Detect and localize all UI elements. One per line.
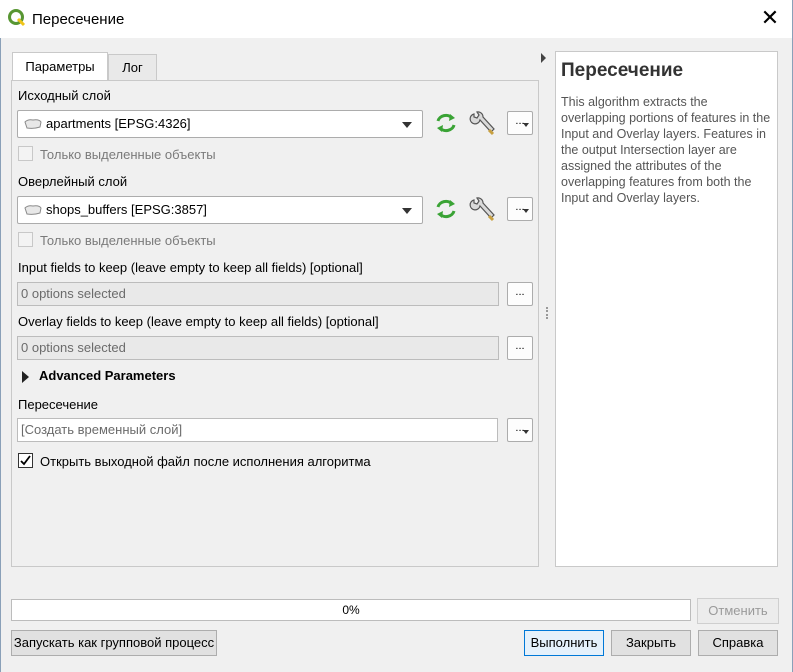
- close-button[interactable]: Закрыть: [611, 630, 691, 656]
- overlay-fields-more-button[interactable]: ...: [507, 336, 533, 360]
- overlay-fields-select[interactable]: 0 options selected: [17, 336, 499, 360]
- progress-bar: 0%: [11, 599, 691, 621]
- tab-log[interactable]: Лог: [108, 54, 157, 81]
- progress-text: 0%: [342, 603, 360, 617]
- iterate-icon[interactable]: [433, 111, 459, 135]
- help-text: This algorithm extracts the overlapping …: [561, 95, 771, 205]
- overlay-selected-only-checkbox[interactable]: [18, 232, 33, 247]
- input-layer-more-button[interactable]: ...: [507, 111, 533, 135]
- output-more-button[interactable]: ...: [507, 418, 533, 442]
- iterate-icon[interactable]: [433, 197, 459, 221]
- wrench-icon[interactable]: [469, 110, 497, 136]
- polygon-layer-icon: [24, 119, 42, 129]
- output-destination-field[interactable]: [Создать временный слой]: [17, 418, 498, 442]
- collapse-help-icon[interactable]: [541, 53, 546, 63]
- input-fields-more-button[interactable]: ...: [507, 282, 533, 306]
- advanced-parameters-toggle[interactable]: Advanced Parameters: [39, 368, 176, 383]
- input-layer-value: apartments [EPSG:4326]: [46, 116, 191, 131]
- tab-parameters[interactable]: Параметры: [12, 52, 108, 81]
- window-border: [0, 38, 1, 672]
- qgis-logo-icon: [8, 9, 26, 27]
- overlay-layer-value: shops_buffers [EPSG:3857]: [46, 202, 207, 217]
- cancel-button[interactable]: Отменить: [697, 598, 779, 624]
- input-selected-only-label: Только выделенные объекты: [40, 147, 216, 162]
- wrench-icon[interactable]: [469, 196, 497, 222]
- help-button[interactable]: Справка: [698, 630, 778, 656]
- input-layer-combo[interactable]: apartments [EPSG:4326]: [17, 110, 423, 138]
- run-button[interactable]: Выполнить: [524, 630, 604, 656]
- batch-process-button[interactable]: Запускать как групповой процесс: [11, 630, 217, 656]
- input-fields-select[interactable]: 0 options selected: [17, 282, 499, 306]
- overlay-fields-label: Overlay fields to keep (leave empty to k…: [18, 314, 379, 329]
- checkmark-icon: [20, 455, 31, 466]
- splitter-handle[interactable]: [546, 307, 550, 319]
- input-selected-only-checkbox[interactable]: [18, 146, 33, 161]
- input-layer-label: Исходный слой: [18, 88, 111, 103]
- chevron-down-icon: [402, 122, 412, 128]
- help-panel: Пересечение This algorithm extracts the …: [555, 51, 778, 567]
- output-label: Пересечение: [18, 397, 99, 412]
- overlay-layer-combo[interactable]: shops_buffers [EPSG:3857]: [17, 196, 423, 224]
- window-title: Пересечение: [32, 11, 125, 28]
- overlay-selected-only-label: Только выделенные объекты: [40, 233, 216, 248]
- help-title: Пересечение: [561, 60, 684, 81]
- overlay-layer-more-button[interactable]: ...: [507, 197, 533, 221]
- overlay-layer-label: Оверлейный слой: [18, 174, 128, 189]
- input-fields-label: Input fields to keep (leave empty to kee…: [18, 260, 363, 275]
- expand-arrow-icon[interactable]: [22, 371, 29, 383]
- open-output-label: Открыть выходной файл после исполнения а…: [40, 454, 371, 469]
- open-output-checkbox[interactable]: [18, 453, 33, 468]
- polygon-layer-icon: [24, 205, 42, 215]
- close-icon[interactable]: ✕: [758, 6, 782, 30]
- chevron-down-icon: [402, 208, 412, 214]
